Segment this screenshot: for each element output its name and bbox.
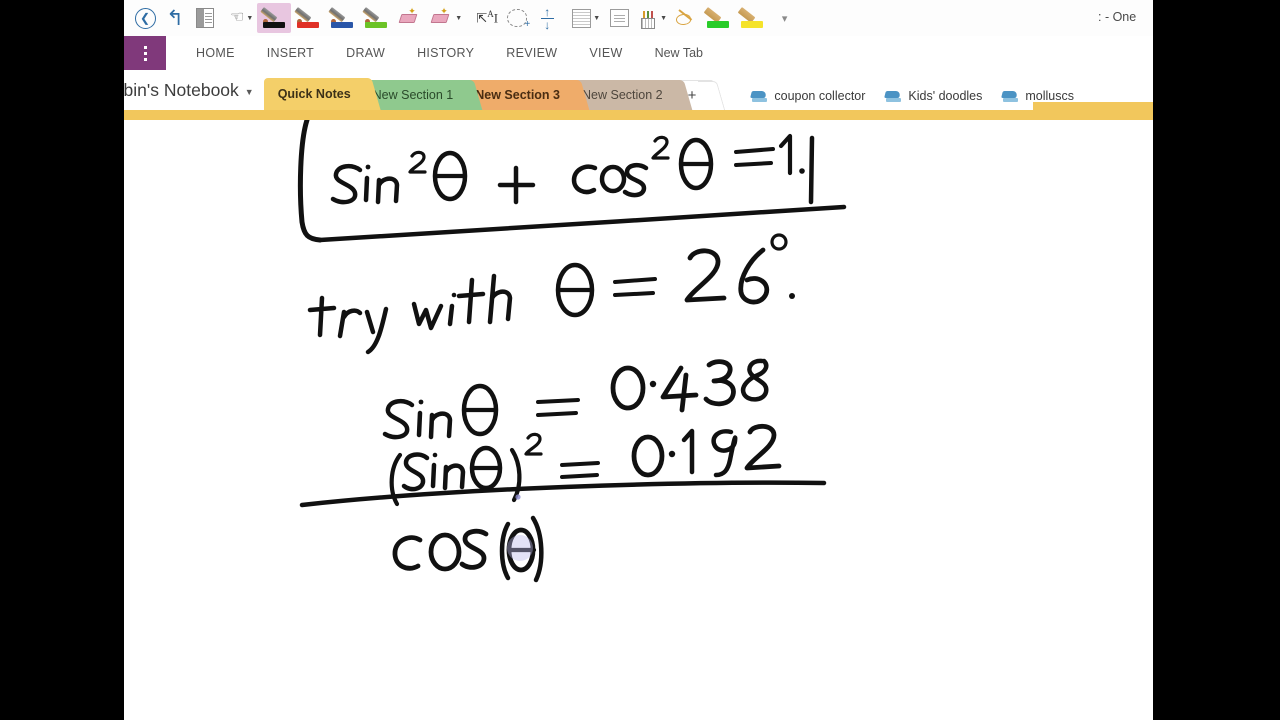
notebook-link-label: coupon collector	[774, 89, 866, 103]
back-button[interactable]: ❮	[130, 3, 160, 33]
pen-green-button[interactable]	[359, 3, 393, 33]
pen-black-button[interactable]	[257, 3, 292, 33]
pen-cursor	[507, 535, 533, 561]
lasso-select-button[interactable]: +	[502, 3, 532, 33]
page-icon	[609, 9, 629, 27]
chevron-down-icon: ▼	[244, 87, 254, 97]
eraser-options-button[interactable]: ✦ ▼	[425, 3, 466, 33]
pen-icon	[294, 6, 321, 30]
menu-item-review[interactable]: REVIEW	[490, 36, 573, 70]
pen-colors-button[interactable]: ▼	[634, 3, 671, 33]
window-title: : - One	[1098, 10, 1137, 24]
more-commands-button[interactable]: ▾	[769, 3, 799, 33]
section-tab-label: New Section 3	[475, 88, 560, 102]
undo-icon: ↰	[166, 6, 184, 30]
ruler-button[interactable]	[190, 3, 220, 33]
notebook-name: robin's Notebook	[124, 79, 239, 100]
section-color-strip	[124, 102, 1153, 120]
section-tab-label: Quick Notes	[277, 87, 351, 101]
section-tab-label: New Section 2	[582, 88, 663, 102]
rule-lines-icon	[572, 8, 592, 28]
section-tab-quick-notes[interactable]: Quick Notes	[263, 78, 367, 110]
pen-cup-icon	[638, 8, 658, 29]
menu-item-draw[interactable]: DRAW	[330, 36, 401, 70]
chevron-down-icon: ▼	[593, 14, 601, 22]
highlighter-yellow-button[interactable]	[735, 3, 769, 33]
pen-icon	[328, 6, 355, 30]
menu-item-home[interactable]: HOME	[180, 36, 251, 70]
notebook-name-dropdown[interactable]: robin's Notebook ▼	[124, 70, 264, 110]
page-setup-button[interactable]	[604, 3, 634, 33]
pen-blue-button[interactable]	[325, 3, 359, 33]
highlighter-icon	[737, 6, 765, 30]
shapes-icon	[675, 9, 697, 27]
hamburger-icon	[143, 45, 147, 61]
highlighter-green-button[interactable]	[701, 3, 735, 33]
draw-toolbar: ❮ ↰ ☜ ▼ ✦ ✦ ▼ ⇱AI + ↑ ↓ ▼ ▼ ▾	[124, 0, 1153, 36]
notebook-link-kids-doodles[interactable]: Kids' doodles	[884, 89, 983, 103]
chevron-down-icon: ▼	[660, 14, 668, 22]
ribbon-menu-bar: HOME INSERT DRAW HISTORY REVIEW VIEW New…	[124, 36, 1153, 70]
menu-item-view[interactable]: VIEW	[573, 36, 638, 70]
page-canvas[interactable]: sin² θ + cos² θ = 1. try with θ = 26°. s…	[124, 120, 1153, 720]
section-tab-label: New Section 1	[372, 88, 454, 102]
notebook-links: coupon collector Kids' doodles molluscs	[750, 89, 1074, 110]
ink-to-text-button[interactable]: ⇱AI	[472, 3, 502, 33]
app-menu-button[interactable]	[124, 36, 166, 70]
letterbox-right: : - One	[1098, 0, 1280, 720]
lasso-select-icon: +	[507, 9, 530, 30]
notebook-icon	[884, 90, 902, 102]
highlighter-icon	[703, 6, 731, 30]
back-arrow-icon: ❮	[134, 7, 156, 29]
pen-icon	[260, 6, 287, 30]
screen: : - One ❮ ↰ ☜ ▼ ✦ ✦ ▼ ⇱AI + ↑ ↓ ▼ ▼ ▾ HO…	[0, 0, 1280, 720]
letterbox-left	[0, 0, 124, 720]
eraser-icon: ✦	[429, 7, 453, 29]
ink-strokes	[297, 120, 847, 583]
touch-pen-mode-button[interactable]: ☜ ▼	[226, 3, 257, 33]
ink-to-text-icon: ⇱AI	[476, 9, 499, 26]
insert-space-button[interactable]: ↑ ↓	[532, 3, 562, 33]
eraser-icon: ✦	[397, 7, 421, 29]
rule-lines-button[interactable]: ▼	[568, 3, 604, 33]
menu-item-insert[interactable]: INSERT	[251, 36, 330, 70]
eraser-button[interactable]: ✦	[393, 3, 425, 33]
insert-space-icon: ↑ ↓	[540, 6, 554, 31]
onenote-window: ❮ ↰ ☜ ▼ ✦ ✦ ▼ ⇱AI + ↑ ↓ ▼ ▼ ▾ HOME INSER…	[124, 0, 1153, 720]
notebook-link-label: molluscs	[1025, 89, 1074, 103]
overflow-icon: ▾	[781, 12, 787, 25]
hand-pointer-icon: ☜	[230, 9, 245, 26]
pen-red-button[interactable]	[291, 3, 325, 33]
notebook-link-molluscs[interactable]: molluscs	[1001, 89, 1074, 103]
notebook-icon	[1001, 90, 1019, 102]
menu-item-new-tab[interactable]: New Tab	[639, 36, 719, 70]
chevron-down-icon: ▼	[246, 14, 254, 22]
ink-dot	[515, 494, 521, 500]
menu-item-history[interactable]: HISTORY	[401, 36, 490, 70]
chevron-down-icon: ▼	[455, 14, 463, 22]
shapes-button[interactable]	[671, 3, 701, 33]
undo-button[interactable]: ↰	[160, 3, 190, 33]
notebook-link-label: Kids' doodles	[908, 89, 983, 103]
ruler-icon	[196, 8, 214, 28]
notebook-icon	[750, 90, 768, 102]
pen-icon	[362, 6, 389, 30]
notebook-link-coupon-collector[interactable]: coupon collector	[750, 89, 866, 103]
section-tab-bar: robin's Notebook ▼ Quick Notes New Secti…	[124, 70, 1153, 110]
